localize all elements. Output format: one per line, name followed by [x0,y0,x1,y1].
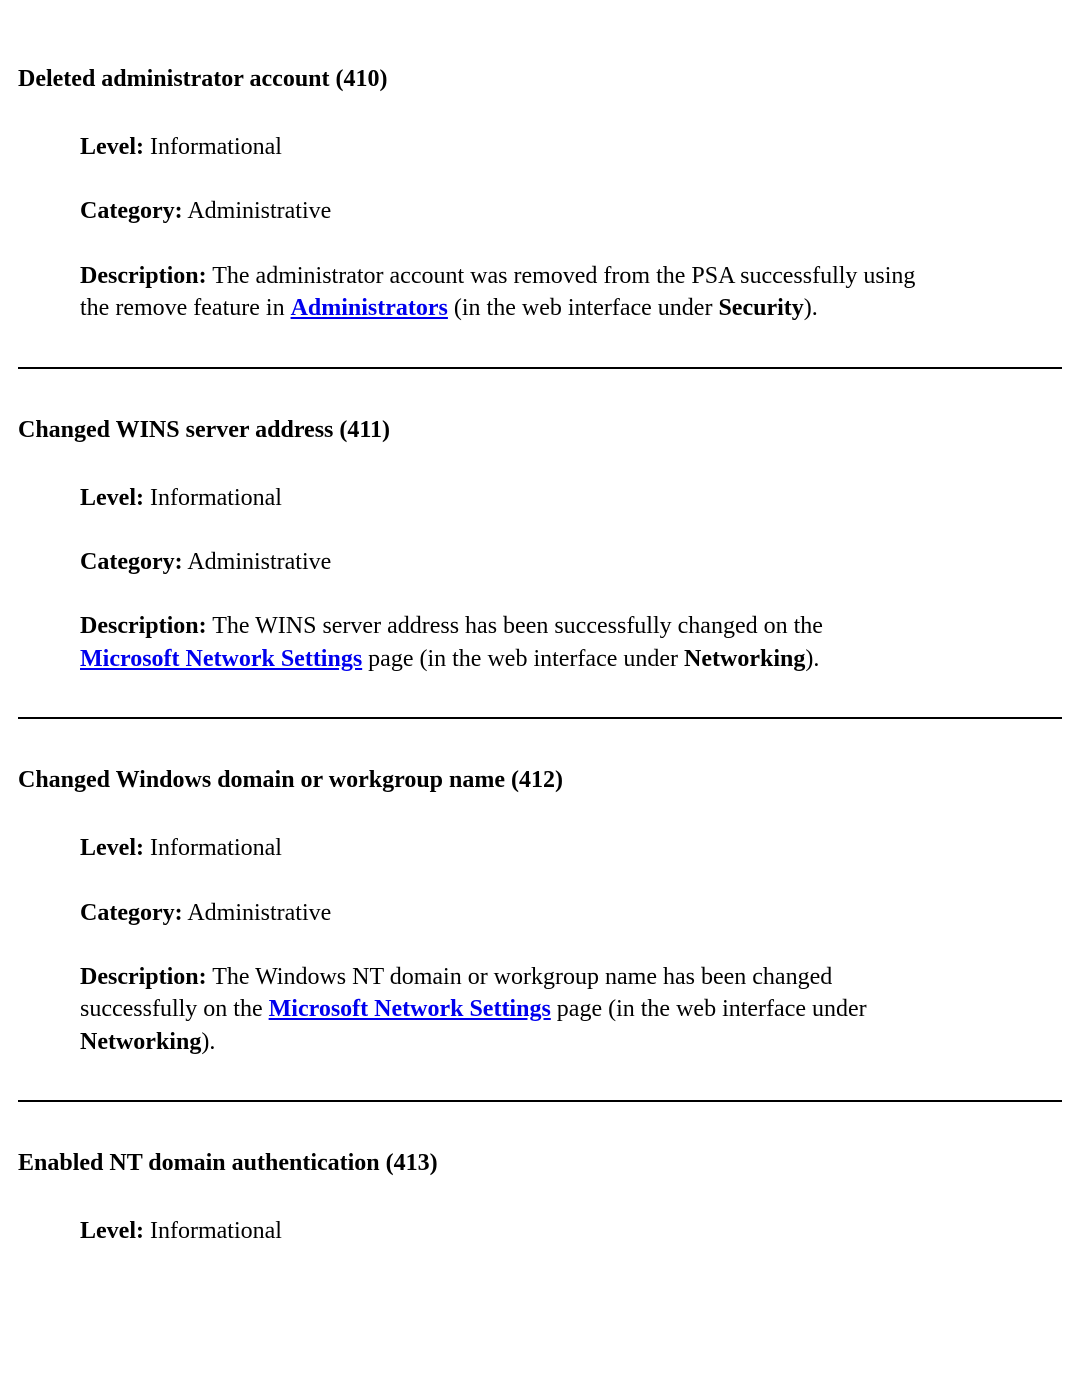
level-label: Level: [80,1218,144,1244]
level-value: Informational [150,485,282,511]
description-bold: Networking [684,646,805,672]
category-label: Category: [80,198,183,224]
event-category-row: Category: Administrative [80,195,1062,227]
level-value: Informational [150,1218,282,1244]
event-description-row: Description: The administrator account w… [80,260,1062,325]
section-divider [18,367,1062,369]
category-value: Administrative [187,198,331,224]
event-entry: Changed Windows domain or workgroup name… [18,767,1062,1058]
category-label: Category: [80,900,183,926]
event-level-row: Level: Informational [80,1215,1062,1247]
description-text-post: ). [805,646,819,672]
event-level-row: Level: Informational [80,131,1062,163]
event-category-row: Category: Administrative [80,897,1062,929]
event-entry: Deleted administrator account (410) Leve… [18,66,1062,325]
event-level-row: Level: Informational [80,482,1062,514]
event-description-row: Description: The WINS server address has… [80,610,1062,675]
category-label: Category: [80,549,183,575]
description-bold: Networking [80,1029,201,1055]
event-title: Deleted administrator account (410) [18,66,1062,93]
microsoft-network-settings-link[interactable]: Microsoft Network Settings [80,646,362,672]
category-value: Administrative [187,900,331,926]
description-label: Description: [80,964,207,990]
event-title: Changed WINS server address (411) [18,417,1062,444]
description-text-mid: (in the web interface under [448,295,719,321]
section-divider [18,717,1062,719]
level-value: Informational [150,835,282,861]
microsoft-network-settings-link[interactable]: Microsoft Network Settings [269,996,551,1022]
description-text-mid: page (in the web interface under [551,996,867,1022]
description-text-post: ). [804,295,818,321]
event-level-row: Level: Informational [80,832,1062,864]
description-label: Description: [80,613,207,639]
event-description-row: Description: The Windows NT domain or wo… [80,961,1062,1058]
level-label: Level: [80,835,144,861]
description-text-post: ). [201,1029,215,1055]
event-title: Enabled NT domain authentication (413) [18,1150,1062,1177]
section-divider [18,1100,1062,1102]
description-bold: Security [718,295,803,321]
category-value: Administrative [187,549,331,575]
description-label: Description: [80,263,207,289]
event-entry: Enabled NT domain authentication (413) L… [18,1150,1062,1247]
level-label: Level: [80,134,144,160]
description-text-pre: The WINS server address has been success… [212,613,823,639]
level-value: Informational [150,134,282,160]
event-category-row: Category: Administrative [80,546,1062,578]
level-label: Level: [80,485,144,511]
event-entry: Changed WINS server address (411) Level:… [18,417,1062,676]
administrators-link[interactable]: Administrators [291,295,448,321]
event-title: Changed Windows domain or workgroup name… [18,767,1062,794]
description-text-mid: page (in the web interface under [362,646,684,672]
